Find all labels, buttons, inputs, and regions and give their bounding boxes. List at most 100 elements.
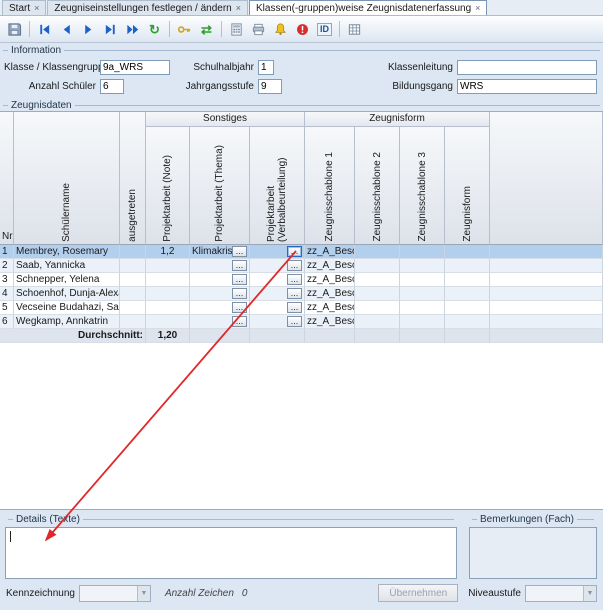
- table-row[interactable]: 5 Vecseine Budahazi, Sarah-C... ... ... …: [0, 301, 603, 315]
- cell-schuelername[interactable]: Vecseine Budahazi, Sarah-C...: [14, 301, 120, 315]
- cell-projektarbeit-note[interactable]: [146, 301, 190, 315]
- cell-projektarbeit-note[interactable]: 1,2: [146, 245, 190, 259]
- cell-schuelername[interactable]: Schoenhof, Dunja-Alexandra: [14, 287, 120, 301]
- nav-jump-button[interactable]: [122, 19, 143, 40]
- cell-zeugnisschablone1[interactable]: zz_A_Beschei...: [305, 301, 355, 315]
- uebernehmen-button[interactable]: Übernehmen: [378, 584, 458, 602]
- print-button[interactable]: [248, 19, 269, 40]
- cell-projektarbeit-verbal[interactable]: ...: [250, 301, 305, 315]
- cell-zeugnisschablone3[interactable]: [400, 259, 445, 273]
- cell-zeugnisform[interactable]: [445, 245, 490, 259]
- cell-ausgetreten[interactable]: [120, 301, 146, 315]
- cell-zeugnisform[interactable]: [445, 287, 490, 301]
- kennzeichnung-select[interactable]: ▼: [79, 585, 151, 602]
- cell-zeugnisform[interactable]: [445, 259, 490, 273]
- tab-close-icon[interactable]: ×: [34, 4, 39, 13]
- cell-zeugnisschablone3[interactable]: [400, 273, 445, 287]
- cell-projektarbeit-thema[interactable]: ...: [190, 315, 250, 329]
- cell-zeugnisform[interactable]: [445, 301, 490, 315]
- cell-projektarbeit-thema[interactable]: ...: [190, 273, 250, 287]
- cell-zeugnisform[interactable]: [445, 315, 490, 329]
- verbal-edit-button[interactable]: ...: [287, 274, 302, 285]
- verbal-edit-button[interactable]: ...: [287, 302, 302, 313]
- cell-zeugnisschablone1[interactable]: zz_A_Beschei...: [305, 245, 355, 259]
- cell-schuelername[interactable]: Saab, Yannicka: [14, 259, 120, 273]
- bemerkungen-textarea[interactable]: [469, 527, 597, 579]
- cell-projektarbeit-verbal[interactable]: ...: [250, 245, 305, 259]
- cell-zeugnisschablone2[interactable]: [355, 273, 400, 287]
- id-button[interactable]: ID: [314, 19, 335, 40]
- cell-projektarbeit-thema[interactable]: Klimakrise?...: [190, 245, 250, 259]
- cell-projektarbeit-verbal[interactable]: ...: [250, 259, 305, 273]
- cell-zeugnisform[interactable]: [445, 273, 490, 287]
- cell-projektarbeit-verbal[interactable]: ...: [250, 273, 305, 287]
- refresh-button[interactable]: ↻: [144, 19, 165, 40]
- thema-edit-button[interactable]: ...: [232, 246, 247, 257]
- table-row[interactable]: 2 Saab, Yannicka ... ... zz_A_Beschei...: [0, 259, 603, 273]
- schulhalbjahr-input[interactable]: [258, 60, 274, 75]
- nav-last-button[interactable]: [100, 19, 121, 40]
- nav-next-button[interactable]: [78, 19, 99, 40]
- cell-ausgetreten[interactable]: [120, 315, 146, 329]
- thema-edit-button[interactable]: ...: [232, 260, 247, 271]
- thema-edit-button[interactable]: ...: [232, 302, 247, 313]
- cell-zeugnisschablone3[interactable]: [400, 315, 445, 329]
- cell-zeugnisschablone1[interactable]: zz_A_Beschei...: [305, 259, 355, 273]
- verbal-edit-button[interactable]: ...: [287, 246, 302, 257]
- klassenleitung-input[interactable]: [457, 60, 597, 75]
- cell-projektarbeit-verbal[interactable]: ...: [250, 287, 305, 301]
- tab-zeugniseinstellungen[interactable]: Zeugniseinstellungen festlegen / ändern …: [47, 0, 248, 15]
- notification-button[interactable]: [270, 19, 291, 40]
- nav-first-button[interactable]: [34, 19, 55, 40]
- table-row[interactable]: 4 Schoenhof, Dunja-Alexandra ... ... zz_…: [0, 287, 603, 301]
- niveaustufe-select[interactable]: ▼: [525, 585, 597, 602]
- thema-edit-button[interactable]: ...: [232, 274, 247, 285]
- verbal-edit-button[interactable]: ...: [287, 260, 302, 271]
- cell-zeugnisschablone2[interactable]: [355, 245, 400, 259]
- tab-close-icon[interactable]: ×: [475, 4, 480, 13]
- cell-projektarbeit-thema[interactable]: ...: [190, 301, 250, 315]
- cell-zeugnisschablone3[interactable]: [400, 245, 445, 259]
- grid-button[interactable]: [344, 19, 365, 40]
- calculator-button[interactable]: [226, 19, 247, 40]
- cell-zeugnisschablone2[interactable]: [355, 287, 400, 301]
- cell-schuelername[interactable]: Schnepper, Yelena: [14, 273, 120, 287]
- jahrgangsstufe-input[interactable]: [258, 79, 282, 94]
- cell-projektarbeit-note[interactable]: [146, 287, 190, 301]
- klasse-input[interactable]: [100, 60, 170, 75]
- verbal-edit-button[interactable]: ...: [287, 288, 302, 299]
- cell-projektarbeit-note[interactable]: [146, 273, 190, 287]
- nav-prev-button[interactable]: [56, 19, 77, 40]
- bildungsgang-input[interactable]: [457, 79, 597, 94]
- cell-zeugnisschablone2[interactable]: [355, 259, 400, 273]
- thema-edit-button[interactable]: ...: [232, 316, 247, 327]
- table-row[interactable]: 6 Wegkamp, Annkatrin ... ... zz_A_Besche…: [0, 315, 603, 329]
- cell-zeugnisschablone3[interactable]: [400, 301, 445, 315]
- cell-zeugnisschablone1[interactable]: zz_A_Beschei...: [305, 287, 355, 301]
- save-button[interactable]: [4, 19, 25, 40]
- tab-close-icon[interactable]: ×: [236, 4, 241, 13]
- alert-button[interactable]: [292, 19, 313, 40]
- cell-zeugnisschablone2[interactable]: [355, 301, 400, 315]
- tab-start[interactable]: Start ×: [2, 0, 46, 15]
- cell-ausgetreten[interactable]: [120, 287, 146, 301]
- key-button[interactable]: [174, 19, 195, 40]
- cell-ausgetreten[interactable]: [120, 273, 146, 287]
- table-row[interactable]: 3 Schnepper, Yelena ... ... zz_A_Beschei…: [0, 273, 603, 287]
- cell-projektarbeit-thema[interactable]: ...: [190, 259, 250, 273]
- thema-edit-button[interactable]: ...: [232, 288, 247, 299]
- cell-projektarbeit-note[interactable]: [146, 259, 190, 273]
- details-textarea[interactable]: [6, 528, 456, 578]
- cell-projektarbeit-note[interactable]: [146, 315, 190, 329]
- verbal-edit-button[interactable]: ...: [287, 316, 302, 327]
- tab-zeugnisdatenerfassung[interactable]: Klassen(-gruppen)weise Zeugnisdatenerfas…: [249, 0, 487, 15]
- anzahl-schueler-input[interactable]: [100, 79, 124, 94]
- cell-zeugnisschablone2[interactable]: [355, 315, 400, 329]
- cell-zeugnisschablone1[interactable]: zz_A_Beschei...: [305, 315, 355, 329]
- cell-projektarbeit-verbal[interactable]: ...: [250, 315, 305, 329]
- cell-schuelername[interactable]: Membrey, Rosemary: [14, 245, 120, 259]
- cell-ausgetreten[interactable]: [120, 245, 146, 259]
- cell-schuelername[interactable]: Wegkamp, Annkatrin: [14, 315, 120, 329]
- cell-ausgetreten[interactable]: [120, 259, 146, 273]
- table-row[interactable]: 1 Membrey, Rosemary 1,2 Klimakrise?... .…: [0, 245, 603, 259]
